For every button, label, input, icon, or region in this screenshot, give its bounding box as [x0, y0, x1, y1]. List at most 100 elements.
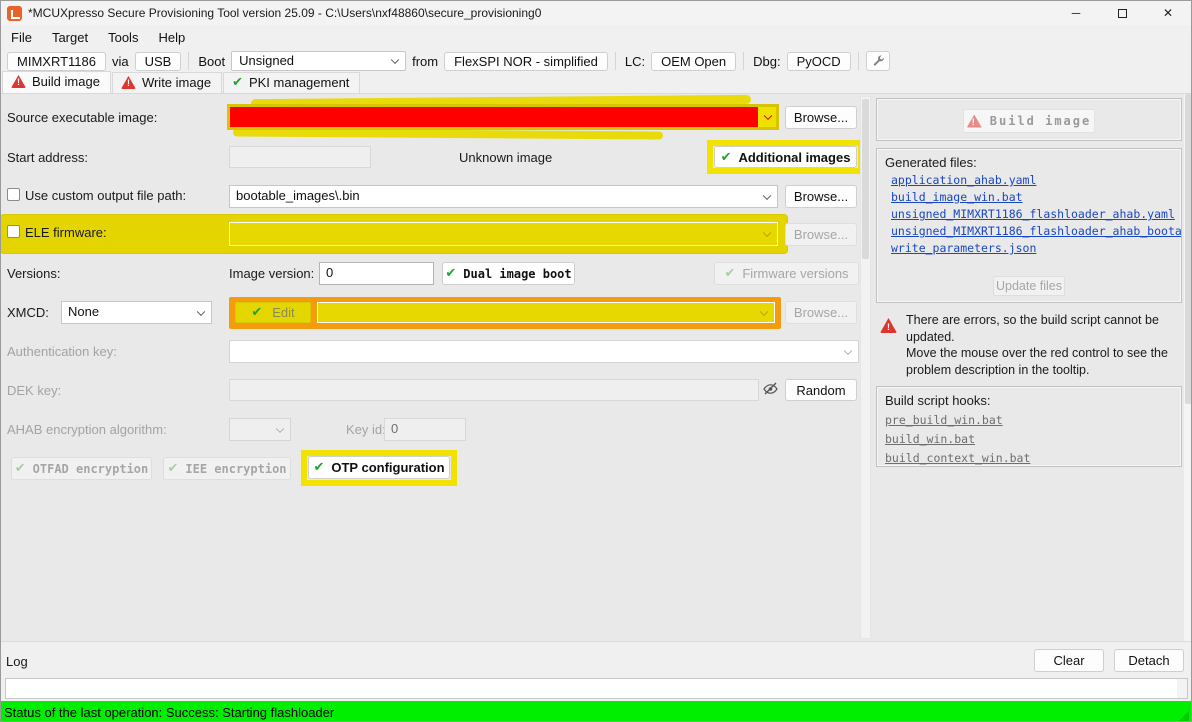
xmcd-edit-button: ✔ Edit: [235, 302, 311, 323]
generated-file-link[interactable]: write_parameters.json: [891, 241, 1181, 255]
generated-file-link[interactable]: build_image_win.bat: [891, 190, 1181, 204]
debugger-button[interactable]: PyOCD: [787, 52, 851, 71]
additional-images-button[interactable]: ✔ Additional images: [714, 146, 857, 168]
boot-type-combobox[interactable]: Unsigned: [231, 51, 406, 71]
close-button[interactable]: ✕: [1145, 1, 1191, 25]
firmware-versions-label: Firmware versions: [742, 266, 848, 281]
menu-target[interactable]: Target: [42, 28, 98, 47]
otp-label: OTP configuration: [331, 460, 444, 475]
hook-link[interactable]: build_win.bat: [885, 432, 1181, 446]
tab-build-image[interactable]: Build image: [2, 71, 111, 93]
window-scrollbar[interactable]: [1184, 94, 1192, 641]
error-line-1: There are errors, so the build script ca…: [906, 312, 1178, 345]
output-path-combobox[interactable]: bootable_images\.bin: [229, 185, 778, 208]
log-textarea[interactable]: [5, 678, 1188, 699]
settings-wrench-button[interactable]: [866, 51, 890, 71]
ele-firmware-checkbox[interactable]: [7, 225, 20, 238]
additional-images-label: Additional images: [738, 150, 850, 165]
menu-file[interactable]: File: [1, 28, 42, 47]
toolbar-separator: [615, 52, 616, 70]
dual-image-boot-button[interactable]: ✔ Dual image boot: [442, 262, 575, 285]
chevron-down-icon: [391, 56, 399, 64]
hook-link[interactable]: build_context_win.bat: [885, 451, 1181, 465]
generated-file-link[interactable]: application_ahab.yaml: [891, 173, 1181, 187]
maximize-button[interactable]: [1099, 1, 1145, 25]
check-icon: ✔: [232, 75, 243, 90]
form-scrollbar[interactable]: [860, 96, 871, 639]
xmcd-type-combobox[interactable]: None: [61, 301, 212, 324]
title-bar: *MCUXpresso Secure Provisioning Tool ver…: [1, 1, 1191, 25]
start-address-label: Start address:: [7, 150, 88, 165]
eye-slash-icon[interactable]: [762, 380, 779, 402]
app-window: *MCUXpresso Secure Provisioning Tool ver…: [0, 0, 1192, 722]
xmcd-file-combobox[interactable]: [317, 302, 775, 323]
ele-firmware-combobox[interactable]: [229, 222, 778, 246]
firmware-versions-button: ✔ Firmware versions: [714, 262, 859, 285]
build-image-button-label: Build image: [990, 114, 1091, 128]
log-detach-button[interactable]: Detach: [1114, 649, 1184, 672]
image-version-field[interactable]: 0: [319, 262, 434, 285]
iee-label: IEE encryption: [185, 462, 286, 476]
boot-device-button[interactable]: FlexSPI NOR - simplified: [444, 52, 608, 71]
app-icon: [7, 6, 22, 21]
browse-label: Browse...: [794, 110, 848, 125]
ahab-algorithm-combobox: [229, 418, 291, 441]
menu-help[interactable]: Help: [148, 28, 195, 47]
update-files-label: Update files: [996, 279, 1062, 293]
scrollbar-thumb[interactable]: [1185, 94, 1192, 404]
ele-firmware-label: ELE firmware:: [25, 225, 107, 240]
image-version-label: Image version:: [229, 266, 314, 281]
output-path-label: Use custom output file path:: [25, 188, 186, 203]
chevron-down-icon: [764, 112, 772, 120]
clear-label: Clear: [1053, 653, 1084, 668]
scrollbar-thumb[interactable]: [862, 99, 869, 259]
connection-button[interactable]: USB: [135, 52, 182, 71]
tab-build-image-label: Build image: [32, 74, 100, 89]
output-path-value: bootable_images\.bin: [236, 188, 360, 203]
source-image-combobox[interactable]: [227, 104, 779, 130]
dek-key-field: [229, 379, 759, 401]
xmcd-edit-label: Edit: [272, 305, 294, 320]
resize-grip[interactable]: [1179, 711, 1189, 721]
browse-label: Browse...: [794, 189, 848, 204]
dual-image-boot-label: Dual image boot: [463, 267, 571, 281]
hook-link[interactable]: pre_build_win.bat: [885, 413, 1181, 427]
toolbar-separator: [743, 52, 744, 70]
generated-file-link[interactable]: unsigned_MIMXRT1186_flashloader_ahab_boo…: [891, 224, 1181, 238]
log-clear-button[interactable]: Clear: [1034, 649, 1104, 672]
error-message-text: There are errors, so the build script ca…: [906, 312, 1178, 378]
image-version-value: 0: [326, 265, 333, 280]
update-files-button: Update files: [993, 276, 1065, 296]
generated-file-link[interactable]: unsigned_MIMXRT1186_flashloader_ahab.yam…: [891, 207, 1181, 221]
minimize-button[interactable]: ─: [1053, 1, 1099, 25]
start-address-field: [229, 146, 371, 168]
warning-icon: [11, 75, 26, 88]
dek-random-button[interactable]: Random: [785, 379, 857, 401]
generated-files-group: Generated files: application_ahab.yaml b…: [876, 148, 1182, 303]
tab-pki-management[interactable]: ✔ PKI management: [223, 72, 360, 93]
boot-label: Boot: [198, 54, 225, 69]
check-icon: ✔: [15, 461, 26, 476]
life-cycle-button[interactable]: OEM Open: [651, 52, 736, 71]
tab-write-image[interactable]: Write image: [112, 72, 222, 93]
otp-configuration-button[interactable]: ✔ OTP configuration: [308, 456, 450, 479]
xmcd-label: XMCD:: [7, 305, 49, 320]
chevron-down-icon: [760, 307, 768, 315]
error-line-2: Move the mouse over the red control to s…: [906, 345, 1178, 378]
output-path-browse-button[interactable]: Browse...: [785, 185, 857, 208]
toolbar-separator: [188, 52, 189, 70]
dbg-label: Dbg:: [753, 54, 780, 69]
key-id-field: 0: [384, 418, 466, 441]
versions-label: Versions:: [7, 266, 60, 281]
browse-label: Browse...: [794, 305, 848, 320]
build-image-panel: Source executable image: Browse... Start…: [1, 94, 1192, 641]
processor-button[interactable]: MIMXRT1186: [7, 52, 106, 71]
output-path-checkbox[interactable]: [7, 188, 20, 201]
window-title: *MCUXpresso Secure Provisioning Tool ver…: [28, 6, 541, 20]
window-controls: ─ ✕: [1053, 1, 1191, 25]
auth-key-label: Authentication key:: [7, 344, 117, 359]
warning-icon: [121, 76, 136, 89]
source-image-browse-button[interactable]: Browse...: [785, 106, 857, 129]
menu-tools[interactable]: Tools: [98, 28, 148, 47]
check-icon: ✔: [313, 460, 324, 475]
